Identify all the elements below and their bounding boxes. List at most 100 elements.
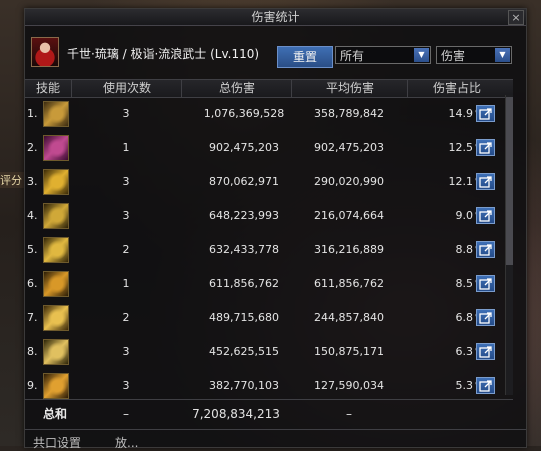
row-pct: 9.0	[455, 209, 474, 222]
reset-button[interactable]: 重置	[277, 46, 333, 68]
skill-icon-4	[43, 203, 69, 229]
scrollbar[interactable]	[505, 95, 513, 395]
share-button[interactable]	[476, 343, 495, 360]
table-row: 6. 1 611,856,762 611,856,762 8.5 %	[25, 267, 513, 301]
character-avatar	[31, 37, 59, 67]
row-avg: 150,875,171	[314, 345, 384, 358]
row-uses: 1	[122, 141, 130, 154]
totals-uses: –	[123, 407, 129, 421]
row-pct: 8.8	[455, 243, 474, 256]
window-footer: 共口设置 放...	[25, 429, 526, 451]
footer-extra[interactable]: 放...	[115, 434, 138, 451]
row-uses: 3	[122, 345, 130, 358]
character-name: 千世·琉璃 / 极诣·流浪武士 (Lv.110)	[67, 47, 260, 61]
row-avg: 358,789,842	[314, 107, 384, 120]
col-uses: 使用次数	[71, 80, 182, 97]
row-index: 6.	[27, 277, 38, 290]
window-titlebar[interactable]: 伤害统计 ×	[25, 9, 526, 26]
filter-dropdown[interactable]: 所有 ▼	[335, 46, 431, 64]
row-total: 902,475,203	[209, 141, 279, 154]
row-total: 648,223,993	[209, 209, 279, 222]
col-avg: 平均伤害	[291, 80, 408, 97]
skill-icon-1	[43, 101, 69, 127]
row-uses: 3	[122, 107, 130, 120]
row-pct: 8.5	[455, 277, 474, 290]
row-pct: 5.3	[455, 379, 474, 392]
row-total: 489,715,680	[209, 311, 279, 324]
row-pct: 6.8	[455, 311, 474, 324]
share-icon	[479, 108, 492, 120]
row-avg: 902,475,203	[314, 141, 384, 154]
table-row: 3. 3 870,062,971 290,020,990 12.1 %	[25, 165, 513, 199]
share-icon	[479, 346, 492, 358]
row-uses: 3	[122, 379, 130, 392]
row-total: 870,062,971	[209, 175, 279, 188]
row-pct: 6.3	[455, 345, 474, 358]
row-avg: 216,074,664	[314, 209, 384, 222]
scrollbar-thumb[interactable]	[506, 97, 513, 265]
share-button[interactable]	[476, 173, 495, 190]
metric-dropdown[interactable]: 伤害 ▼	[436, 46, 512, 64]
share-button[interactable]	[476, 275, 495, 292]
table-row: 1. 3 1,076,369,528 358,789,842 14.9 %	[25, 97, 513, 131]
chevron-down-icon: ▼	[414, 48, 429, 62]
close-button[interactable]: ×	[508, 10, 524, 25]
skill-icon-3	[43, 169, 69, 195]
table-row: 9. 3 382,770,103 127,590,034 5.3 %	[25, 369, 513, 403]
damage-stats-window: 伤害统计 × 千世·琉璃 / 极诣·流浪武士 (Lv.110) 重置 所有 ▼ …	[24, 8, 527, 451]
background-label: 评分	[0, 172, 24, 188]
table-header: 技能 使用次数 总伤害 平均伤害 伤害占比	[25, 79, 513, 98]
row-index: 3.	[27, 175, 38, 188]
col-share: 伤害占比	[407, 80, 506, 97]
share-button[interactable]	[476, 105, 495, 122]
footer-settings[interactable]: 共口设置	[33, 434, 81, 451]
row-avg: 127,590,034	[314, 379, 384, 392]
skill-icon-5	[43, 237, 69, 263]
skill-icon-8	[43, 339, 69, 365]
row-avg: 611,856,762	[314, 277, 384, 290]
damage-table: 技能 使用次数 总伤害 平均伤害 伤害占比 1. 3 1,076,369,528…	[25, 79, 513, 399]
row-index: 5.	[27, 243, 38, 256]
row-uses: 3	[122, 175, 130, 188]
row-index: 2.	[27, 141, 38, 154]
totals-row: 总和 – 7,208,834,213 –	[25, 399, 513, 428]
row-avg: 244,857,840	[314, 311, 384, 324]
row-total: 382,770,103	[209, 379, 279, 392]
row-index: 7.	[27, 311, 38, 324]
row-index: 8.	[27, 345, 38, 358]
table-row: 5. 2 632,433,778 316,216,889 8.8 %	[25, 233, 513, 267]
row-uses: 3	[122, 209, 130, 222]
share-icon	[479, 142, 492, 154]
table-row: 7. 2 489,715,680 244,857,840 6.8 %	[25, 301, 513, 335]
row-index: 1.	[27, 107, 38, 120]
skill-icon-2	[43, 135, 69, 161]
row-total: 611,856,762	[209, 277, 279, 290]
share-button[interactable]	[476, 309, 495, 326]
share-button[interactable]	[476, 207, 495, 224]
row-index: 9.	[27, 379, 38, 392]
share-button[interactable]	[476, 377, 495, 394]
row-avg: 290,020,990	[314, 175, 384, 188]
share-icon	[479, 176, 492, 188]
metric-value: 伤害	[441, 49, 466, 63]
row-index: 4.	[27, 209, 38, 222]
skill-icon-7	[43, 305, 69, 331]
row-pct: 12.5	[448, 141, 474, 154]
character-bar: 千世·琉璃 / 极诣·流浪武士 (Lv.110) 重置 所有 ▼ 伤害 ▼	[25, 27, 526, 79]
totals-avg: –	[346, 407, 352, 421]
share-icon	[479, 380, 492, 392]
row-uses: 2	[122, 243, 130, 256]
row-avg: 316,216,889	[314, 243, 384, 256]
share-icon	[479, 210, 492, 222]
share-icon	[479, 312, 492, 324]
table-row: 8. 3 452,625,515 150,875,171 6.3 %	[25, 335, 513, 369]
skill-icon-6	[43, 271, 69, 297]
share-button[interactable]	[476, 139, 495, 156]
share-icon	[479, 278, 492, 290]
filter-value: 所有	[340, 49, 365, 63]
totals-damage: 7,208,834,213	[192, 407, 280, 421]
table-row: 4. 3 648,223,993 216,074,664 9.0 %	[25, 199, 513, 233]
share-button[interactable]	[476, 241, 495, 258]
row-pct: 14.9	[448, 107, 474, 120]
share-icon	[479, 244, 492, 256]
